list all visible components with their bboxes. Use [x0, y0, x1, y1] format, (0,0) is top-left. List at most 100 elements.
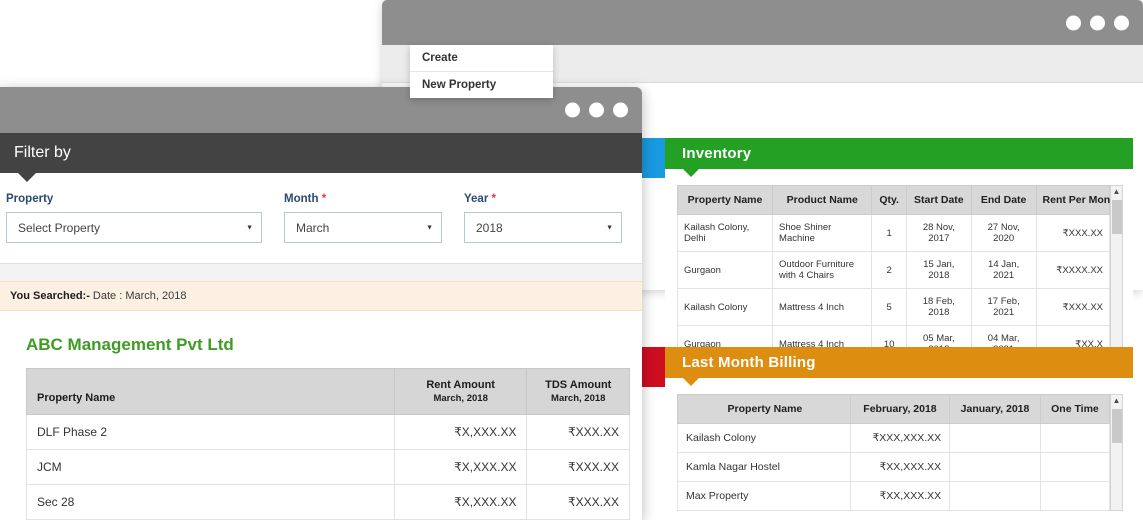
menu-item-create[interactable]: Create — [410, 45, 553, 72]
col-rent-amount: Rent Amount March, 2018 — [393, 368, 528, 415]
cell-property-name: Sec 28 — [26, 484, 395, 520]
month-select[interactable]: March — [284, 212, 442, 243]
year-select[interactable]: 2018 — [464, 212, 622, 243]
cell-one-time — [1039, 452, 1111, 482]
month-select-value: March — [296, 220, 330, 235]
billing-scrollbar[interactable]: ▲ — [1110, 394, 1123, 511]
month-field-group: Month * March — [284, 193, 442, 243]
table-row: Max Property ₹XX,XXX.XX — [677, 481, 1111, 511]
cell-january — [949, 452, 1041, 482]
cell-start-date: 18 Feb, 2018 — [905, 288, 972, 326]
inventory-col-qty: Qty. — [871, 185, 907, 215]
window-dot-1[interactable] — [565, 102, 580, 118]
year-field-group: Year * 2018 — [464, 193, 622, 243]
front-window-window-controls[interactable] — [565, 102, 628, 118]
you-searched-prefix: You Searched:- — [10, 290, 90, 302]
cell-product-name: Shoe Shiner Machine — [772, 214, 873, 252]
scrollbar-thumb[interactable] — [1112, 200, 1122, 234]
cell-february: ₹XXX,XXX.XX — [849, 423, 951, 453]
screenshot-stage: Create New Property Inventory Property N… — [0, 0, 1143, 520]
table-row: Kamla Nagar Hostel ₹XX,XXX.XX — [677, 452, 1111, 482]
cell-start-date: 15 Jan, 2018 — [905, 251, 972, 289]
billing-table-header-row: Property Name February, 2018 January, 20… — [677, 394, 1111, 424]
cell-end-date: 27 Nov, 2020 — [970, 214, 1037, 252]
cell-property-name: Gurgaon — [676, 251, 774, 289]
cell-property-name: DLF Phase 2 — [26, 414, 395, 450]
cell-property-name: Kamla Nagar Hostel — [677, 452, 851, 482]
create-dropdown-menu[interactable]: Create New Property — [410, 45, 553, 98]
chevron-up-icon[interactable]: ▲ — [1113, 395, 1121, 407]
billing-col-one-time: One Time — [1039, 394, 1111, 424]
billing-col-january: January, 2018 — [949, 394, 1041, 424]
cell-tds-amount: ₹XXX.XX — [526, 484, 630, 520]
cell-property-name: Kailash Colony, Delhi — [676, 214, 774, 252]
window-dot-2[interactable] — [1090, 15, 1105, 30]
window-dot-1[interactable] — [1066, 15, 1081, 30]
cell-tds-amount: ₹XXX.XX — [526, 449, 630, 485]
last-month-billing-panel-body: Property Name February, 2018 January, 20… — [665, 378, 1133, 517]
last-month-billing-title: Last Month Billing — [682, 354, 816, 371]
scrollbar-thumb[interactable] — [1112, 409, 1122, 443]
window-dot-3[interactable] — [1114, 15, 1129, 30]
cell-one-time — [1039, 481, 1111, 511]
last-month-billing-table: Property Name February, 2018 January, 20… — [677, 394, 1111, 511]
cell-rent-amount: ₹X,XXX.XX — [393, 484, 528, 520]
cell-property-name: Max Property — [677, 481, 851, 511]
window-dot-3[interactable] — [613, 102, 628, 118]
cell-product-name: Mattress 4 Inch — [772, 288, 873, 326]
cell-qty: 1 — [871, 214, 907, 252]
result-body: ABC Management Pvt Ltd Property Name Ren… — [0, 311, 642, 520]
back-window-titlebar[interactable] — [382, 0, 1143, 45]
col-tds-amount: TDS Amount March, 2018 — [526, 368, 630, 415]
cell-start-date: 28 Nov, 2017 — [905, 214, 972, 252]
property-select-value: Select Property — [18, 220, 101, 235]
inventory-col-start-date: Start Date — [905, 185, 972, 215]
month-label: Month * — [284, 193, 442, 205]
cell-january — [949, 423, 1041, 453]
property-select[interactable]: Select Property — [6, 212, 262, 243]
chevron-up-icon[interactable]: ▲ — [1113, 186, 1121, 198]
table-row: Kailash Colony, Delhi Shoe Shiner Machin… — [676, 214, 1111, 252]
cell-tds-amount: ₹XXX.XX — [526, 414, 630, 450]
year-label: Year * — [464, 193, 622, 205]
cell-january — [949, 481, 1041, 511]
front-window: Filter by Property Select Property Month… — [0, 87, 642, 520]
menu-item-new-property[interactable]: New Property — [410, 72, 553, 98]
year-select-value: 2018 — [476, 220, 503, 235]
cell-rent: ₹XXX.XX — [1035, 288, 1111, 326]
table-row: Kailash Colony Mattress 4 Inch 5 18 Feb,… — [676, 288, 1111, 326]
content-gap-strip — [0, 264, 642, 281]
col-rent-amount-sub: March, 2018 — [433, 393, 488, 404]
cell-qty: 5 — [871, 288, 907, 326]
property-field-group: Property Select Property — [6, 193, 262, 243]
inventory-col-property-name: Property Name — [676, 185, 774, 215]
rent-tds-table: Property Name Rent Amount March, 2018 TD… — [26, 368, 630, 520]
cell-property-name: JCM — [26, 449, 395, 485]
inventory-panel-header: Inventory — [665, 138, 1133, 177]
filter-body: Property Select Property Month * March — [0, 173, 642, 264]
billing-col-february: February, 2018 — [849, 394, 951, 424]
rent-tds-header-row: Property Name Rent Amount March, 2018 TD… — [26, 368, 630, 415]
inventory-col-rent-per-month: Rent Per Month — [1035, 185, 1120, 215]
you-searched-text: Date : March, 2018 — [89, 290, 187, 302]
year-label-text: Year — [464, 193, 489, 205]
cell-property-name: Kailash Colony — [677, 423, 851, 453]
table-row: Kailash Colony ₹XXX,XXX.XX — [677, 423, 1111, 453]
inventory-col-product-name: Product Name — [772, 185, 873, 215]
cell-february: ₹XX,XXX.XX — [849, 452, 951, 482]
back-window-window-controls[interactable] — [1066, 15, 1129, 30]
col-rent-amount-main: Rent Amount — [426, 379, 495, 391]
filter-by-header: Filter by — [0, 133, 642, 182]
cell-property-name: Kailash Colony — [676, 288, 774, 326]
year-required-mark: * — [491, 193, 496, 205]
window-dot-2[interactable] — [589, 102, 604, 118]
filter-by-title: Filter by — [14, 144, 71, 161]
cell-rent-amount: ₹X,XXX.XX — [393, 414, 528, 450]
cell-february: ₹XX,XXX.XX — [849, 481, 951, 511]
cell-rent: ₹XXX.XX — [1035, 214, 1111, 252]
last-month-billing-panel: Last Month Billing Property Name Februar… — [665, 347, 1133, 517]
inventory-col-end-date: End Date — [970, 185, 1037, 215]
col-tds-amount-sub: March, 2018 — [551, 393, 606, 404]
col-tds-amount-main: TDS Amount — [545, 379, 612, 391]
table-row: JCM ₹X,XXX.XX ₹XXX.XX — [26, 449, 630, 485]
